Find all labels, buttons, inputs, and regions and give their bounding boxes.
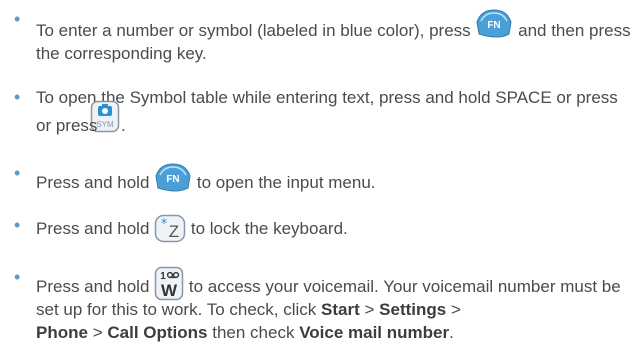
fn-key-icon: FN xyxy=(475,8,513,44)
menu-path-call-options: Call Options xyxy=(107,323,208,342)
list-item: • Press and hold * Z to lock the keyboar… xyxy=(14,214,636,243)
menu-path-start: Start xyxy=(321,300,360,319)
list-item: • To enter a number or symbol (labeled i… xyxy=(14,8,636,65)
svg-text:FN: FN xyxy=(488,20,501,31)
item-text: Press and hold xyxy=(36,277,150,296)
item-text: To open the Symbol table while entering … xyxy=(36,88,618,107)
path-separator: > xyxy=(92,323,103,342)
svg-text:FN: FN xyxy=(166,174,179,185)
menu-path-voice-mail-number: Voice mail number xyxy=(299,323,450,342)
item-text: . xyxy=(449,323,454,342)
svg-text:SYM: SYM xyxy=(96,120,114,129)
voicemail-w-key-icon: 1 W xyxy=(154,266,184,302)
star-z-key-icon: * Z xyxy=(154,214,186,244)
fn-key-icon: FN xyxy=(154,162,192,198)
svg-text:*: * xyxy=(161,217,168,232)
item-text: to lock the keyboard. xyxy=(190,219,348,238)
item-text: or press xyxy=(36,116,98,135)
menu-path-phone: Phone xyxy=(36,323,88,342)
path-separator: > xyxy=(364,300,375,319)
item-text: to open the input menu. xyxy=(196,173,376,192)
item-text: Press and hold xyxy=(36,219,150,238)
item-text: then check xyxy=(212,323,295,342)
bullet: • xyxy=(14,215,21,235)
svg-text:W: W xyxy=(161,281,178,300)
item-text: . xyxy=(121,116,126,135)
bullet: • xyxy=(14,267,21,287)
bullet: • xyxy=(14,9,21,29)
list-item: • Press and hold FN to open the input me… xyxy=(14,162,636,194)
item-text: To enter a number or symbol (labeled in … xyxy=(36,21,471,40)
svg-text:Z: Z xyxy=(169,222,179,241)
path-separator: > xyxy=(450,300,461,319)
list-item: • To open the Symbol table while enterin… xyxy=(14,86,636,109)
menu-path-settings: Settings xyxy=(379,300,447,319)
bullet: • xyxy=(14,163,21,183)
item-text: Press and hold xyxy=(36,173,150,192)
bullet: • xyxy=(14,87,21,107)
list-item: • Press and hold 1 W to access your voic… xyxy=(14,266,636,344)
